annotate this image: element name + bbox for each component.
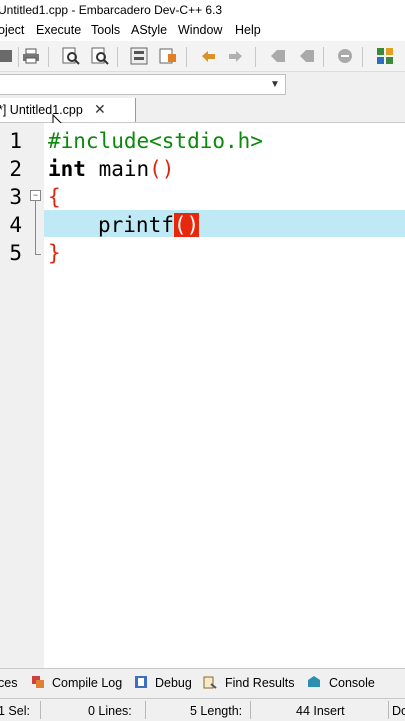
status-length: 44 Insert bbox=[296, 704, 345, 718]
tab-debug[interactable]: Debug bbox=[155, 676, 192, 690]
toolbar-separator bbox=[186, 47, 187, 67]
goto-line-icon[interactable] bbox=[130, 47, 148, 65]
menu-window[interactable]: Window bbox=[178, 23, 222, 37]
line-number-gutter: 1 2 3 4 5 − bbox=[0, 123, 44, 668]
find-results-icon bbox=[203, 676, 217, 689]
close-brace: } bbox=[48, 241, 61, 265]
matched-open-paren: ( bbox=[173, 213, 187, 237]
grid-icon[interactable] bbox=[376, 47, 394, 65]
undo-icon[interactable] bbox=[199, 47, 217, 65]
menu-project[interactable]: oject bbox=[0, 23, 24, 37]
title-bar: Untitled1.cpp - Embarcadero Dev-C++ 6.3 bbox=[0, 0, 405, 20]
code-line-5: } bbox=[48, 241, 61, 265]
line-number: 3 bbox=[9, 185, 22, 209]
status-line: 1 Sel: bbox=[0, 704, 30, 718]
identifier-main: main bbox=[85, 157, 150, 181]
tab-untitled1[interactable]: *] Untitled1.cpp ✕ bbox=[0, 98, 136, 122]
parentheses: () bbox=[149, 157, 175, 181]
identifier-printf: printf bbox=[98, 213, 174, 237]
status-lines: 5 Length: bbox=[190, 704, 243, 718]
status-separator bbox=[388, 701, 389, 719]
debug-icon bbox=[135, 676, 147, 688]
fold-toggle[interactable]: − bbox=[30, 190, 41, 201]
tab-label: *] Untitled1.cpp bbox=[0, 103, 83, 117]
status-mode: Do bbox=[392, 704, 405, 718]
fold-guide bbox=[35, 201, 36, 254]
status-separator bbox=[250, 701, 251, 719]
print-icon[interactable] bbox=[22, 47, 40, 65]
menu-help[interactable]: Help bbox=[235, 23, 261, 37]
toolbar-separator bbox=[117, 47, 118, 67]
code-line-2: int main() bbox=[48, 157, 174, 181]
menu-bar: oject Execute Tools AStyle Window Help bbox=[0, 20, 405, 41]
status-selection: 0 Lines: bbox=[88, 704, 132, 718]
tab-resources[interactable]: ces bbox=[0, 676, 17, 690]
tab-compile-log[interactable]: Compile Log bbox=[52, 676, 122, 690]
line-number: 5 bbox=[9, 241, 22, 265]
toggle-comment-icon[interactable] bbox=[336, 47, 354, 65]
code-line-3: { bbox=[48, 185, 61, 209]
redo-icon[interactable] bbox=[227, 47, 245, 65]
bookmark-icon[interactable] bbox=[159, 47, 177, 65]
menu-astyle[interactable]: AStyle bbox=[131, 23, 167, 37]
toolbar-separator bbox=[362, 47, 363, 67]
window-title: Untitled1.cpp - Embarcadero Dev-C++ 6.3 bbox=[0, 3, 223, 17]
tab-find-results[interactable]: Find Results bbox=[225, 676, 294, 690]
tab-console[interactable]: Console bbox=[329, 676, 375, 690]
console-icon bbox=[308, 676, 320, 687]
unindent-icon[interactable] bbox=[298, 47, 316, 65]
line-number: 1 bbox=[9, 129, 22, 153]
line-number: 2 bbox=[9, 157, 22, 181]
status-bar: 1 Sel: 0 Lines: 5 Length: 44 Insert Do bbox=[0, 698, 405, 721]
keyword-int: int bbox=[48, 157, 86, 181]
status-separator bbox=[145, 701, 146, 719]
menu-execute[interactable]: Execute bbox=[36, 23, 81, 37]
status-separator bbox=[40, 701, 41, 719]
toolbar bbox=[0, 41, 405, 72]
menu-tools[interactable]: Tools bbox=[91, 23, 120, 37]
bottom-panel-tabs: ces Compile Log Debug Find Results Conso… bbox=[0, 668, 405, 698]
chevron-down-icon[interactable]: ▼ bbox=[267, 76, 283, 93]
toolbar-separator bbox=[255, 47, 256, 67]
indent-icon[interactable] bbox=[269, 47, 287, 65]
class-browser-bar: ▼ bbox=[0, 72, 405, 96]
code-editor[interactable]: 1 2 3 4 5 − #include<stdio.h> int main()… bbox=[0, 123, 405, 668]
open-brace: { bbox=[48, 185, 61, 209]
function-dropdown[interactable]: ▼ bbox=[0, 74, 286, 95]
replace-icon[interactable] bbox=[91, 47, 109, 65]
code-line-4: printf() bbox=[98, 213, 200, 237]
line-number: 4 bbox=[9, 213, 22, 237]
code-line-1: #include<stdio.h> bbox=[48, 129, 263, 153]
find-icon[interactable] bbox=[62, 47, 80, 65]
compiler-icon bbox=[32, 676, 44, 688]
toolbar-separator bbox=[18, 47, 19, 67]
preprocessor-directive: #include<stdio.h> bbox=[48, 129, 263, 153]
fold-guide-end bbox=[35, 254, 41, 255]
toolbar-separator bbox=[48, 47, 49, 67]
close-icon[interactable]: ✕ bbox=[94, 101, 106, 118]
matched-close-paren: ) bbox=[186, 213, 200, 237]
toolbar-separator bbox=[323, 47, 324, 67]
close-file-icon[interactable] bbox=[0, 47, 14, 65]
